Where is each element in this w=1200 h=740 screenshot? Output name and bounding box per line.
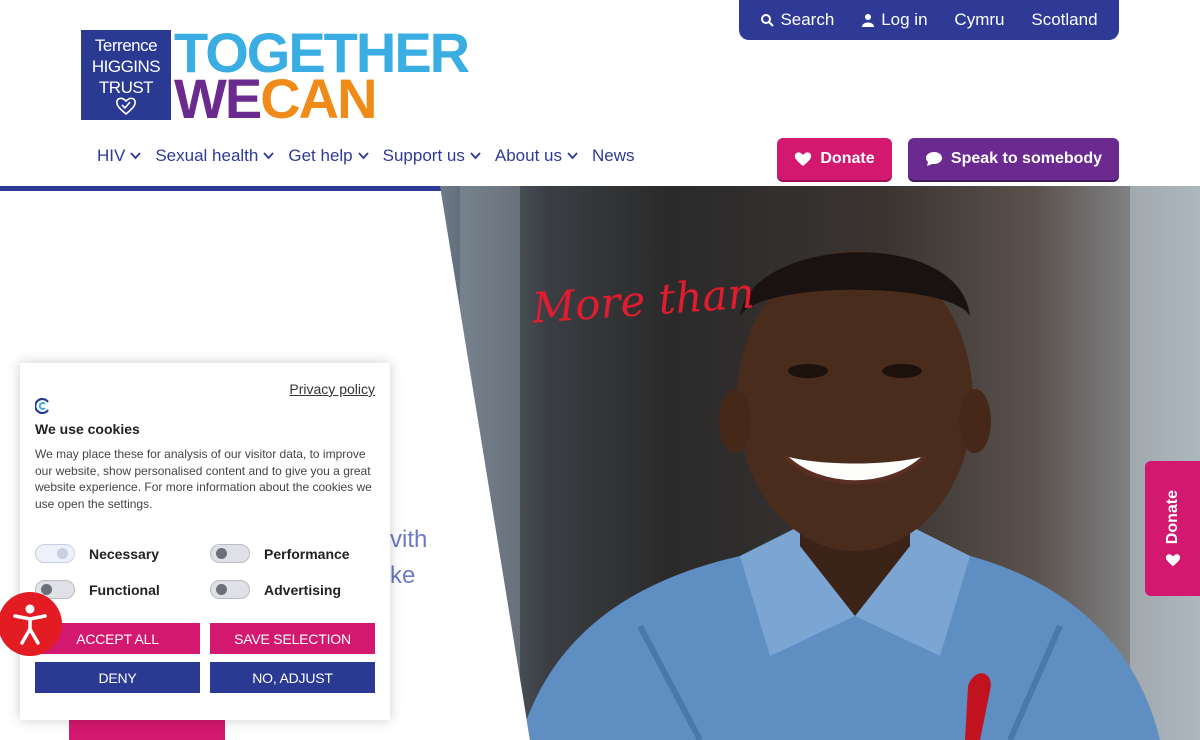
heart-icon — [795, 152, 812, 166]
toggle-switch[interactable] — [35, 544, 75, 563]
search-label: Search — [780, 10, 835, 29]
search-icon — [761, 14, 775, 27]
hero-image — [440, 186, 1200, 740]
nav-item-hiv[interactable]: HIV — [97, 146, 142, 166]
toggle-label: Functional — [89, 581, 160, 598]
chevron-down-icon — [263, 152, 275, 160]
site-logo[interactable]: Terrence HIGGINS TRUST TOGETHER WECAN — [81, 25, 470, 127]
logo-line-1: Terrence — [94, 36, 158, 55]
deny-button[interactable]: DENY — [35, 662, 200, 693]
search-link[interactable]: Search — [760, 10, 834, 30]
user-icon — [862, 14, 875, 27]
chevron-down-icon — [130, 152, 142, 160]
toggle-label: Advertising — [264, 581, 342, 598]
heart-icon — [1165, 553, 1180, 566]
hero-photo — [460, 186, 1200, 740]
donate-label: Donate — [820, 150, 875, 167]
cookie-title: We use cookies — [35, 421, 140, 437]
nav-item-get-help[interactable]: Get help — [288, 146, 369, 166]
accessibility-icon — [13, 604, 47, 645]
chevron-down-icon — [470, 152, 481, 160]
heart-tick-icon — [116, 97, 136, 116]
tagline-can: CAN — [260, 66, 377, 130]
accessibility-button[interactable] — [0, 592, 62, 656]
side-donate-tab[interactable]: Donate — [1145, 461, 1200, 596]
toggle-label: Performance — [264, 545, 350, 562]
privacy-policy-link[interactable]: Privacy policy — [289, 381, 375, 397]
speak-to-somebody-button[interactable]: Speak to somebody — [908, 138, 1119, 180]
logo-line-3: TRUST — [98, 78, 154, 97]
cymru-link[interactable]: Cymru — [954, 10, 1004, 30]
utility-bar: Search Log in Cymru Scotland — [739, 0, 1119, 40]
login-label: Log in — [881, 10, 928, 29]
page: Search Log in Cymru Scotland Terrence HI… — [0, 0, 1200, 740]
main-nav: HIV Sexual health Get help Support us Ab… — [97, 146, 635, 166]
hero-partial-text-2: ke — [390, 562, 416, 589]
save-selection-button[interactable]: SAVE SELECTION — [210, 623, 375, 654]
toggle-switch[interactable] — [210, 580, 250, 599]
cookie-description: We may place these for analysis of our v… — [35, 447, 372, 511]
toggle-necessary[interactable]: Necessary — [35, 544, 159, 563]
toggle-advertising[interactable]: Advertising — [210, 580, 341, 599]
cookie-consent-panel: Privacy policy We use cookies We may pla… — [20, 363, 390, 720]
logo-line-2: HIGGINS — [91, 57, 161, 76]
side-donate-label: Donate — [1163, 490, 1181, 545]
toggle-functional[interactable]: Functional — [35, 580, 160, 599]
speech-bubble-icon — [925, 152, 942, 166]
hero-partial-text-1: vith — [390, 526, 428, 553]
scotland-link[interactable]: Scotland — [1031, 10, 1097, 30]
nav-label: About us — [494, 146, 562, 165]
nav-label: Support us — [382, 146, 465, 165]
chevron-down-icon — [567, 152, 578, 160]
donate-button[interactable]: Donate — [777, 138, 892, 180]
nav-item-sexual-health[interactable]: Sexual health — [155, 146, 275, 166]
speak-label: Speak to somebody — [950, 150, 1103, 167]
nav-label: Sexual health — [155, 146, 259, 165]
toggle-label: Necessary — [89, 545, 160, 562]
tagline-we: WE — [174, 66, 262, 130]
nav-label: HIV — [97, 146, 126, 165]
nav-item-support-us[interactable]: Support us — [383, 146, 481, 166]
logo-mark: Terrence HIGGINS TRUST — [81, 30, 171, 120]
logo-tagline: TOGETHER WECAN — [174, 25, 470, 127]
login-link[interactable]: Log in — [861, 10, 928, 30]
nav-item-about-us[interactable]: About us — [495, 146, 578, 166]
chevron-down-icon — [357, 152, 369, 160]
toggle-switch[interactable] — [210, 544, 250, 563]
toggle-performance[interactable]: Performance — [210, 544, 350, 563]
nav-label: News — [591, 146, 635, 165]
nav-label: Get help — [288, 146, 353, 165]
cookie-provider-icon — [35, 398, 49, 414]
hero-divider — [0, 186, 450, 191]
no-adjust-button[interactable]: NO, ADJUST — [210, 662, 375, 693]
nav-item-news[interactable]: News — [592, 146, 635, 166]
